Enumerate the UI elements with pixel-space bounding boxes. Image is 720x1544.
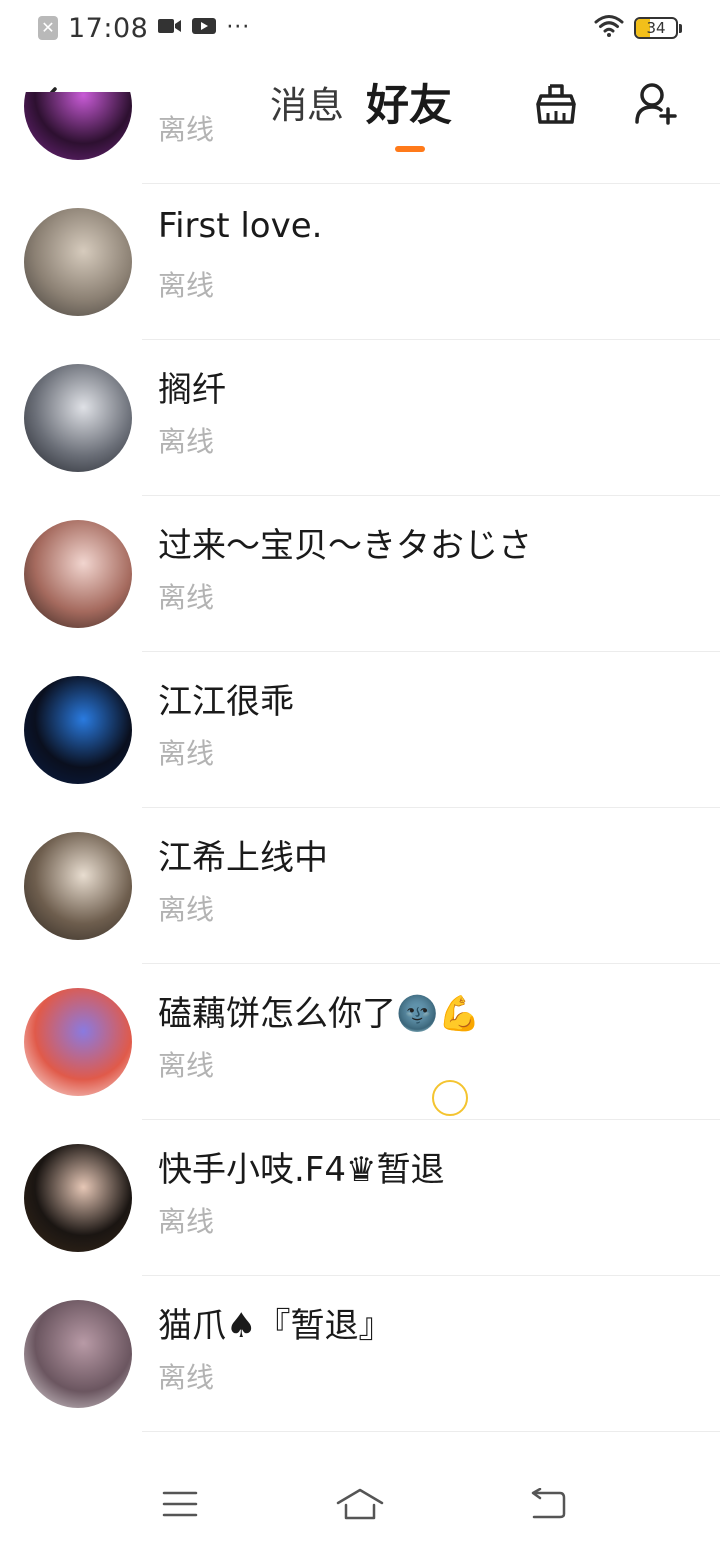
home-button[interactable]	[330, 1484, 390, 1524]
friend-list-item[interactable]: First love. 离线	[0, 184, 720, 340]
friend-name: 猫爪♠『暂退』	[158, 1306, 393, 1346]
battery-cap	[679, 23, 682, 33]
friend-list-item[interactable]: 搁纤 离线	[0, 340, 720, 496]
friend-list-item[interactable]: 猫爪♠『暂退』离线	[0, 1276, 720, 1432]
friend-list-item[interactable]: 过来～宝贝～きタおじさ离线	[0, 496, 720, 652]
friend-status: 离线	[158, 269, 215, 302]
friend-status: 离线	[158, 1049, 215, 1082]
friend-name: 江希上线中	[158, 838, 328, 878]
status-bar-right: 34	[594, 14, 682, 42]
avatar[interactable]	[24, 676, 132, 784]
avatar[interactable]	[24, 988, 132, 1096]
wifi-icon	[594, 14, 624, 42]
friend-status: 离线	[158, 425, 215, 458]
status-bar-left: ✕ 17:08 ···	[38, 12, 250, 44]
friend-name: 磕藕饼怎么你了🌚💪	[158, 994, 481, 1034]
friend-name: 江江很乖	[158, 682, 294, 722]
navigation-bar	[0, 1464, 720, 1544]
friend-name: 过来～宝贝～きタおじさ	[158, 526, 532, 566]
back-icon	[531, 1488, 566, 1519]
avatar[interactable]	[24, 364, 132, 472]
avatar[interactable]	[24, 208, 132, 316]
friend-list-item[interactable]: 磕藕饼怎么你了🌚💪 离线	[0, 964, 720, 1120]
avatar[interactable]	[24, 832, 132, 940]
home-icon	[336, 1488, 384, 1520]
menu-icon	[162, 1491, 198, 1517]
avatar[interactable]	[24, 520, 132, 628]
friend-status: 离线	[158, 737, 215, 770]
touch-indicator	[432, 1080, 468, 1116]
avatar[interactable]	[24, 1144, 132, 1252]
divider	[142, 1431, 720, 1432]
avatar[interactable]	[24, 92, 132, 160]
status-bar: ✕ 17:08 ··· 34	[0, 0, 720, 56]
friend-status: 离线	[158, 893, 215, 926]
friend-name: First love.	[158, 206, 323, 246]
video-camera-icon	[158, 17, 182, 39]
video-play-icon	[192, 17, 217, 39]
more-notifications-icon: ···	[226, 15, 251, 40]
status-time: 17:08	[68, 12, 149, 44]
battery-icon: 34	[634, 17, 678, 39]
battery-level: 34	[646, 19, 666, 37]
avatar[interactable]	[24, 1300, 132, 1408]
friend-status: 离线	[158, 113, 215, 146]
friend-status: 离线	[158, 581, 215, 614]
friend-list[interactable]: 离线 First love. 离线 搁纤 离线 过来～宝贝～きタおじさ 离线 江江很乖 离线 江希…	[0, 92, 720, 1464]
friend-list-item[interactable]: 江江很乖 离线	[0, 652, 720, 808]
friend-status: 离线	[158, 1361, 215, 1394]
friend-list-item[interactable]: 快手小吱.F4♛暂退离线	[0, 1120, 720, 1276]
friend-name: 搁纤	[158, 370, 226, 410]
system-back-button[interactable]	[518, 1484, 578, 1524]
friend-list-item[interactable]: 江希上线中 离线	[0, 808, 720, 964]
friend-list-item[interactable]: 离线	[0, 92, 720, 184]
friend-name: 快手小吱.F4♛暂退	[158, 1150, 445, 1190]
close-notification-icon: ✕	[38, 16, 58, 40]
menu-button[interactable]	[150, 1484, 210, 1524]
friend-status: 离线	[158, 1205, 215, 1238]
